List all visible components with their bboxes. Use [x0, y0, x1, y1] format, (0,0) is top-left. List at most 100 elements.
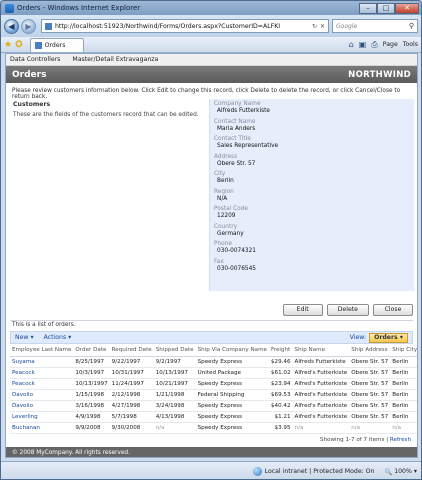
cell-ship-via: Speedy Express — [195, 422, 269, 434]
close-window-button[interactable]: ✕ — [395, 2, 419, 14]
close-button[interactable]: Close — [373, 304, 413, 316]
cell-freight: $61.02 — [268, 367, 293, 379]
cell-ship-city: Berlin — [390, 356, 417, 368]
cell-required-date: 9/30/2008 — [109, 422, 154, 434]
column-header[interactable]: Ship Via Company Name — [195, 345, 269, 357]
table-row[interactable]: Suyama 8/25/1997 9/22/1997 9/2/1997 Spee… — [10, 356, 417, 368]
table-row[interactable]: Peacock 10/3/1997 10/31/1997 10/13/1997 … — [10, 367, 417, 379]
refresh-link[interactable]: Refresh — [390, 437, 411, 443]
security-zone[interactable]: Local intranet | Protected Mode: On — [252, 467, 374, 476]
home-icon[interactable]: ⌂ — [349, 40, 354, 49]
column-header[interactable]: Order Date — [73, 345, 110, 357]
form-actions: Edit Delete Close — [282, 304, 413, 316]
add-favorites-icon[interactable]: ✪ — [15, 40, 23, 50]
maximize-button[interactable]: □ — [377, 2, 395, 14]
tab-orders[interactable]: Orders — [29, 37, 85, 52]
cell-shipped-date: 10/13/1997 — [153, 367, 196, 379]
field-phone: Phone 030-0074321 — [214, 241, 410, 254]
url-field[interactable]: http://localhost:51923/Northwind/Forms/O… — [41, 19, 329, 33]
new-menu-button[interactable]: New ▾ — [15, 334, 34, 341]
forward-icon[interactable]: ▶ — [21, 18, 36, 34]
field-country: Country Germany — [214, 224, 410, 237]
field-value: N/A — [217, 195, 228, 202]
column-header[interactable]: Ship City — [390, 345, 417, 357]
cell-freight: $69.53 — [268, 389, 293, 401]
field-label: Address — [214, 153, 238, 160]
zoom-level: 100% — [394, 468, 412, 475]
zoom-control[interactable]: 🔍 100% ▾ — [384, 468, 417, 476]
feeds-icon[interactable]: ▣ — [359, 40, 367, 49]
url-text[interactable]: http://localhost:51923/Northwind/Forms/O… — [55, 23, 309, 30]
cell-employee[interactable]: Peacock — [10, 367, 74, 379]
cell-freight: $23.94 — [268, 378, 293, 390]
search-input[interactable]: Google ⚲ — [332, 19, 418, 33]
refresh-icon[interactable]: ↻ — [312, 23, 317, 30]
cell-employee[interactable]: Davolio — [10, 389, 74, 401]
field-label: Postal Code — [214, 206, 248, 212]
edit-button[interactable]: Edit — [282, 304, 323, 316]
column-header[interactable]: Freight — [268, 345, 293, 357]
grid-pager: Showing 1-7 of 7 items | Refresh — [320, 437, 411, 443]
cell-order-date: 4/9/1998 — [73, 411, 110, 423]
favorites-star-icon[interactable]: ★ — [4, 40, 12, 50]
delete-button[interactable]: Delete — [326, 304, 369, 316]
cell-ship-address: Obere Str. 57 — [349, 411, 391, 423]
minimize-button[interactable]: – — [359, 2, 377, 14]
actions-menu-button[interactable]: Actions ▾ — [44, 334, 72, 341]
column-header[interactable]: Required Date — [109, 345, 154, 357]
cell-employee[interactable]: Davolio — [10, 400, 74, 412]
cell-order-date: 9/9/2008 — [73, 422, 110, 434]
table-row[interactable]: Leverling 4/9/1998 5/7/1998 4/13/1998 Sp… — [10, 411, 417, 423]
table-row[interactable]: Buchanan 9/9/2008 9/30/2008 n/a Speedy E… — [10, 422, 417, 434]
field-label: Fax — [214, 258, 224, 265]
stop-icon[interactable]: ✕ — [320, 23, 325, 30]
page-content: Data Controllers Master/Detail Extravaga… — [5, 53, 418, 458]
grid-action-bar: New ▾ Actions ▾ View: Orders ▾ — [10, 331, 413, 344]
menu-item-master-detail[interactable]: Master/Detail Extravaganza — [72, 56, 158, 63]
category-title: Customers — [13, 101, 51, 108]
cell-ship-name: Alfreds Futterkiste — [292, 356, 350, 368]
page-header: Orders NORTHWIND — [6, 66, 417, 83]
table-row[interactable]: Davolio 1/15/1998 2/12/1998 1/21/1998 Fe… — [10, 389, 417, 401]
search-icon[interactable]: ⚲ — [409, 22, 414, 30]
tools-menu[interactable]: Tools — [403, 41, 418, 48]
cell-ship-address: Obere Str. 57 — [349, 356, 391, 368]
column-header[interactable]: Shipped Date — [153, 345, 196, 357]
orders-grid: Employee Last Name Order Date Required D… — [10, 345, 417, 434]
cell-ship-address: Obere Str. 57 — [349, 378, 391, 390]
app-menu-bar: Data Controllers Master/Detail Extravaga… — [6, 54, 417, 66]
table-row[interactable]: Davolio 3/16/1998 4/27/1998 3/24/1998 Sp… — [10, 400, 417, 412]
table-row[interactable]: Peacock 10/13/1997 11/24/1997 10/21/1997… — [10, 378, 417, 390]
cell-ship-address: n/a — [349, 422, 391, 434]
cell-ship-address: Obere Str. 57 — [349, 400, 391, 412]
field-label: Country — [214, 223, 238, 230]
cell-employee[interactable]: Suyama — [10, 356, 74, 368]
back-icon[interactable]: ◀ — [4, 18, 19, 34]
view-dropdown[interactable]: Orders ▾ — [369, 332, 408, 343]
print-icon[interactable]: ⎙ — [371, 40, 377, 50]
cell-ship-name: n/a — [292, 422, 350, 434]
cell-freight: $3.95 — [268, 422, 293, 434]
page-footer: © 2008 MyCompany. All rights reserved. — [6, 447, 417, 457]
page-title: Orders — [12, 69, 47, 80]
field-value: 12209 — [217, 213, 236, 219]
column-header[interactable]: Ship Address — [349, 345, 391, 357]
column-header[interactable]: Ship Name — [292, 345, 350, 357]
status-bar: Local intranet | Protected Mode: On 🔍 10… — [1, 461, 421, 479]
field-contact-title: Contact Title Sales Representative — [214, 136, 410, 149]
cell-required-date: 10/31/1997 — [109, 367, 154, 379]
column-header[interactable]: Employee Last Name — [10, 345, 74, 357]
field-value: Alfreds Futterkiste — [217, 108, 270, 114]
menu-item-data-controllers[interactable]: Data Controllers — [10, 56, 60, 63]
cell-employee[interactable]: Peacock — [10, 378, 74, 390]
field-label: Contact Name — [214, 118, 256, 125]
cell-ship-city: Berlin — [390, 378, 417, 390]
cell-employee[interactable]: Leverling — [10, 411, 74, 423]
field-label: Phone — [214, 241, 232, 247]
cell-employee[interactable]: Buchanan — [10, 422, 74, 434]
category-description: These are the fields of the customers re… — [13, 112, 199, 118]
page-menu[interactable]: Page — [383, 41, 398, 48]
field-postal-code: Postal Code 12209 — [214, 206, 410, 219]
field-label: Contact Title — [214, 136, 251, 142]
cell-ship-city: Berlin — [390, 400, 417, 412]
